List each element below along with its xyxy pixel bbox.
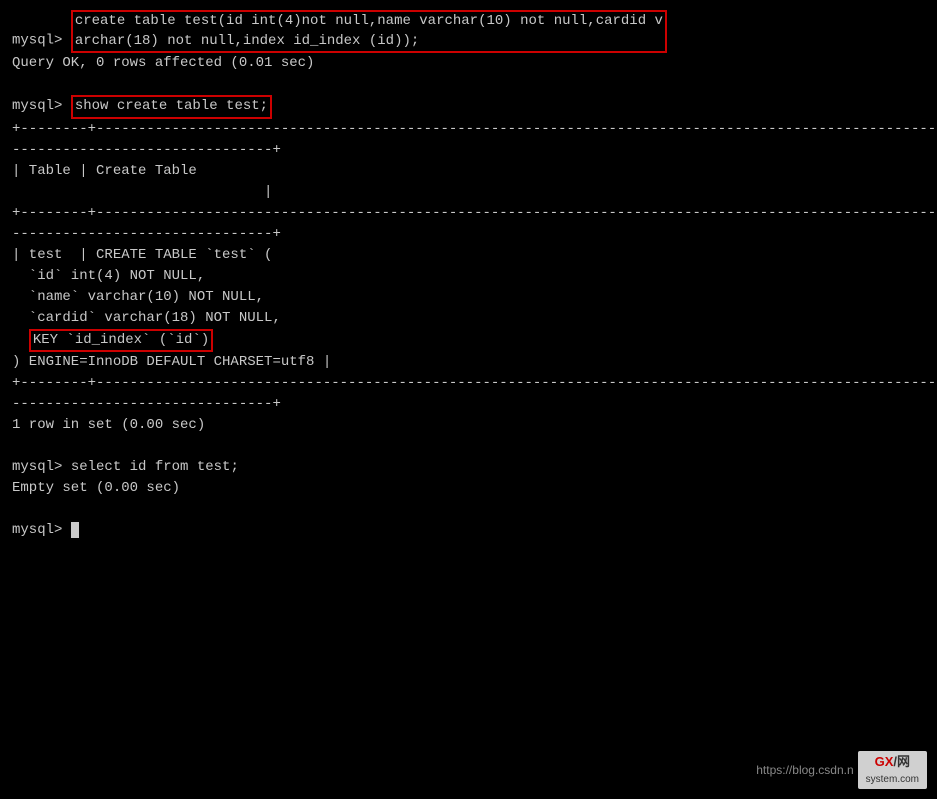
blank-line-1 (12, 74, 925, 95)
select-line: mysql> select id from test; (12, 457, 925, 478)
watermark: https://blog.csdn.n GX/网 system.com (756, 751, 927, 789)
separator-3a: +--------+------------------------------… (12, 373, 925, 394)
separator-3b: -------------------------------+ (12, 394, 925, 415)
blank-line-3 (12, 499, 925, 520)
row-id: `id` int(4) NOT NULL, (12, 266, 925, 287)
column-header-cont: | (12, 182, 925, 203)
separator-1a: +--------+------------------------------… (12, 119, 925, 140)
logo-domain: system.com (866, 774, 919, 785)
row-cardid: `cardid` varchar(18) NOT NULL, (12, 308, 925, 329)
row-engine: ) ENGINE=InnoDB DEFAULT CHARSET=utf8 | (12, 352, 925, 373)
prompt-4: mysql> (12, 522, 71, 538)
final-prompt-line[interactable]: mysql> (12, 520, 925, 541)
logo-gx: GX (875, 754, 894, 769)
create-table-line: mysql> create table test(id int(4)not nu… (12, 10, 925, 53)
query-ok-line: Query OK, 0 rows affected (0.01 sec) (12, 53, 925, 74)
prompt-2: mysql> (12, 98, 71, 114)
show-create-line: mysql> show create table test; (12, 95, 925, 119)
row-count: 1 row in set (0.00 sec) (12, 415, 925, 436)
column-headers: | Table | Create Table (12, 161, 925, 182)
watermark-url: https://blog.csdn.n (756, 763, 853, 777)
separator-1b: -------------------------------+ (12, 140, 925, 161)
separator-2a: +--------+------------------------------… (12, 203, 925, 224)
row-name: `name` varchar(10) NOT NULL, (12, 287, 925, 308)
prompt-3: mysql> (12, 459, 71, 475)
terminal-window: mysql> create table test(id int(4)not nu… (0, 0, 937, 799)
show-create-highlighted: show create table test; (71, 95, 272, 119)
separator-2b: -------------------------------+ (12, 224, 925, 245)
blank-line-2 (12, 436, 925, 457)
watermark-logo: GX/网 system.com (858, 751, 927, 789)
cursor[interactable] (71, 522, 79, 538)
row-key: KEY `id_index` (`id`) (12, 329, 925, 353)
empty-set-line: Empty set (0.00 sec) (12, 478, 925, 499)
row-test: | test | CREATE TABLE `test` ( (12, 245, 925, 266)
logo-slash: /网 (893, 754, 910, 769)
key-highlighted: KEY `id_index` (`id`) (29, 329, 213, 353)
select-cmd: select id from test; (71, 459, 239, 475)
prompt-1: mysql> (12, 33, 71, 49)
create-table-highlighted: create table test(id int(4)not null,name… (71, 10, 667, 53)
